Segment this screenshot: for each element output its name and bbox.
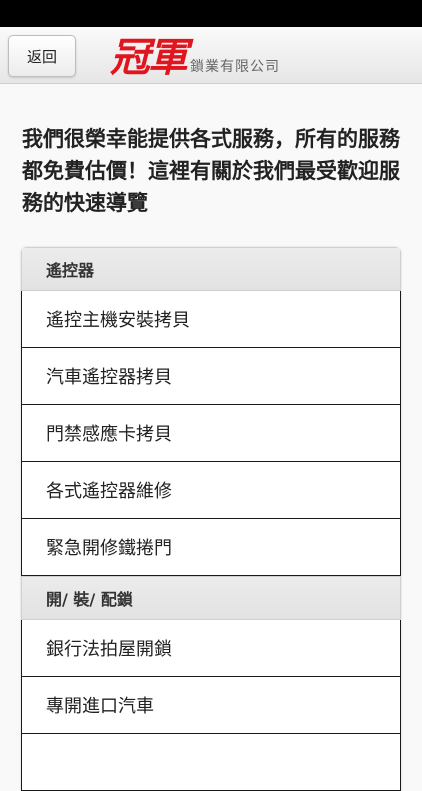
list-item[interactable]: 汽車遙控器拷貝 <box>21 348 401 405</box>
logo-subtitle: 鎖業有限公司 <box>190 59 280 75</box>
list-item[interactable]: 緊急開修鐵捲門 <box>21 519 401 576</box>
intro-text: 我們很榮幸能提供各式服務，所有的服務都免費估價！這裡有關於我們最受歡迎服務的快速… <box>22 127 400 215</box>
status-bar <box>0 0 422 27</box>
list-item[interactable]: 門禁感應卡拷貝 <box>21 405 401 462</box>
service-list: 遙控器 遙控主機安裝拷貝 汽車遙控器拷貝 門禁感應卡拷貝 各式遙控器維修 緊急開… <box>21 247 401 791</box>
list-item[interactable]: 遙控主機安裝拷貝 <box>21 291 401 348</box>
list-item[interactable]: 各式遙控器維修 <box>21 462 401 519</box>
logo-mark: 冠軍 <box>110 34 188 81</box>
list-item[interactable] <box>21 734 401 791</box>
section-header-remote: 遙控器 <box>21 247 401 291</box>
list-item[interactable]: 銀行法拍屋開鎖 <box>21 620 401 677</box>
company-logo: 冠軍 鎖業有限公司 <box>110 32 280 80</box>
list-item[interactable]: 專開進口汽車 <box>21 677 401 734</box>
header-bar: 返回 冠軍 鎖業有限公司 <box>0 27 422 84</box>
back-button[interactable]: 返回 <box>8 35 76 77</box>
section-header-locks: 開/ 裝/ 配鎖 <box>21 576 401 620</box>
